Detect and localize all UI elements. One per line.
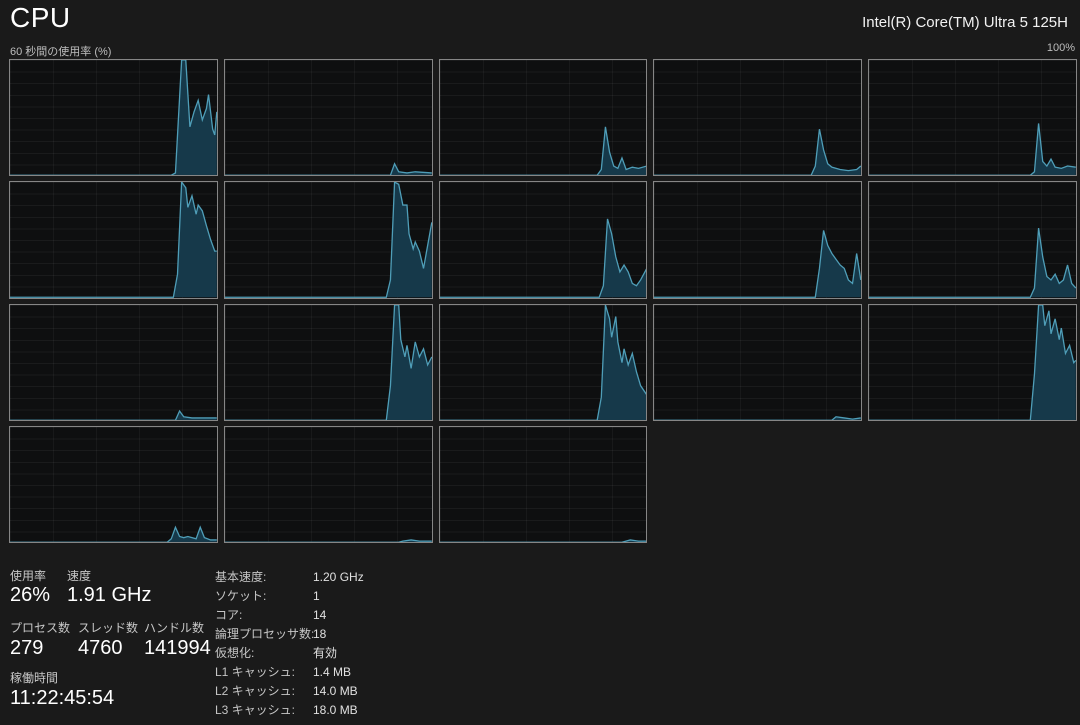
l2-cache-label: L2 キャッシュ: <box>215 682 313 701</box>
usage-area <box>654 129 861 175</box>
usage-area <box>10 60 217 175</box>
virtualization-value: 有効 <box>313 644 337 663</box>
utilization-value: 26% <box>10 584 50 607</box>
detail-row-base-speed: 基本速度: 1.20 GHz <box>215 568 465 587</box>
usage-area <box>869 123 1076 175</box>
cores-value: 14 <box>313 606 326 625</box>
logical-processors-label: 論理プロセッサ数: <box>215 625 313 644</box>
l3-cache-label: L3 キャッシュ: <box>215 701 313 720</box>
usage-area <box>10 411 217 420</box>
cpu-core-graph-16[interactable] <box>224 426 433 543</box>
cpu-core-graph-7[interactable] <box>439 181 648 298</box>
cpu-core-graph-14[interactable] <box>868 304 1077 421</box>
base-speed-value: 1.20 GHz <box>313 568 364 587</box>
usage-area <box>225 182 432 297</box>
cpu-core-grid <box>9 59 1077 543</box>
usage-area <box>10 182 217 297</box>
l3-cache-value: 18.0 MB <box>313 701 358 720</box>
cpu-core-graph-0[interactable] <box>9 59 218 176</box>
cpu-core-graph-12[interactable] <box>439 304 648 421</box>
cpu-core-graph-2[interactable] <box>439 59 648 176</box>
detail-row-sockets: ソケット: 1 <box>215 587 465 606</box>
uptime-label: 稼働時間 <box>10 669 58 686</box>
usage-area <box>654 231 861 298</box>
cores-label: コア: <box>215 606 313 625</box>
processes-value: 279 <box>10 637 43 660</box>
detail-row-cores: コア: 14 <box>215 606 465 625</box>
cpu-core-graph-1[interactable] <box>224 59 433 176</box>
speed-value: 1.91 GHz <box>67 584 151 607</box>
usage-area <box>869 228 1076 297</box>
cpu-core-graph-4[interactable] <box>868 59 1077 176</box>
usage-area <box>10 527 217 542</box>
detail-row-l1-cache: L1 キャッシュ: 1.4 MB <box>215 663 465 682</box>
usage-line <box>225 540 432 542</box>
handles-value: 141994 <box>144 637 211 660</box>
usage-line <box>440 540 647 542</box>
l1-cache-label: L1 キャッシュ: <box>215 663 313 682</box>
detail-row-logical-processors: 論理プロセッサ数: 18 <box>215 625 465 644</box>
cpu-core-graph-10[interactable] <box>9 304 218 421</box>
cpu-core-graph-15[interactable] <box>9 426 218 543</box>
usage-area <box>225 164 432 176</box>
sockets-value: 1 <box>313 587 320 606</box>
usage-line <box>654 416 861 419</box>
handles-label: ハンドル数 <box>144 619 204 636</box>
l1-cache-value: 1.4 MB <box>313 663 351 682</box>
cpu-core-graph-11[interactable] <box>224 304 433 421</box>
logical-processors-value: 18 <box>313 625 326 644</box>
usage-area <box>225 305 432 420</box>
base-speed-label: 基本速度: <box>215 568 313 587</box>
detail-row-l3-cache: L3 キャッシュ: 18.0 MB <box>215 701 465 720</box>
graph-caption-utilization: 60 秒間の使用率 (%) <box>10 43 111 59</box>
cpu-details: 基本速度: 1.20 GHz ソケット: 1 コア: 14 論理プロセッサ数: … <box>215 568 465 720</box>
detail-row-l2-cache: L2 キャッシュ: 14.0 MB <box>215 682 465 701</box>
page-title: CPU <box>10 2 71 34</box>
cpu-core-graph-6[interactable] <box>224 181 433 298</box>
l2-cache-value: 14.0 MB <box>313 682 358 701</box>
sockets-label: ソケット: <box>215 587 313 606</box>
cpu-core-graph-17[interactable] <box>439 426 648 543</box>
processor-name: Intel(R) Core(TM) Ultra 5 125H <box>862 14 1068 31</box>
speed-label: 速度 <box>67 567 91 584</box>
virtualization-label: 仮想化: <box>215 644 313 663</box>
graph-caption-max-percent: 100% <box>1047 42 1075 54</box>
uptime-value: 11:22:45:54 <box>10 687 114 710</box>
utilization-label: 使用率 <box>10 567 46 584</box>
usage-area <box>440 127 647 175</box>
threads-value: 4760 <box>78 637 123 660</box>
processes-label: プロセス数 <box>10 619 70 636</box>
cpu-core-graph-8[interactable] <box>653 181 862 298</box>
cpu-core-graph-9[interactable] <box>868 181 1077 298</box>
cpu-core-graph-3[interactable] <box>653 59 862 176</box>
threads-label: スレッド数 <box>78 619 138 636</box>
cpu-core-graph-13[interactable] <box>653 304 862 421</box>
detail-row-virtualization: 仮想化: 有効 <box>215 644 465 663</box>
cpu-core-graph-5[interactable] <box>9 181 218 298</box>
